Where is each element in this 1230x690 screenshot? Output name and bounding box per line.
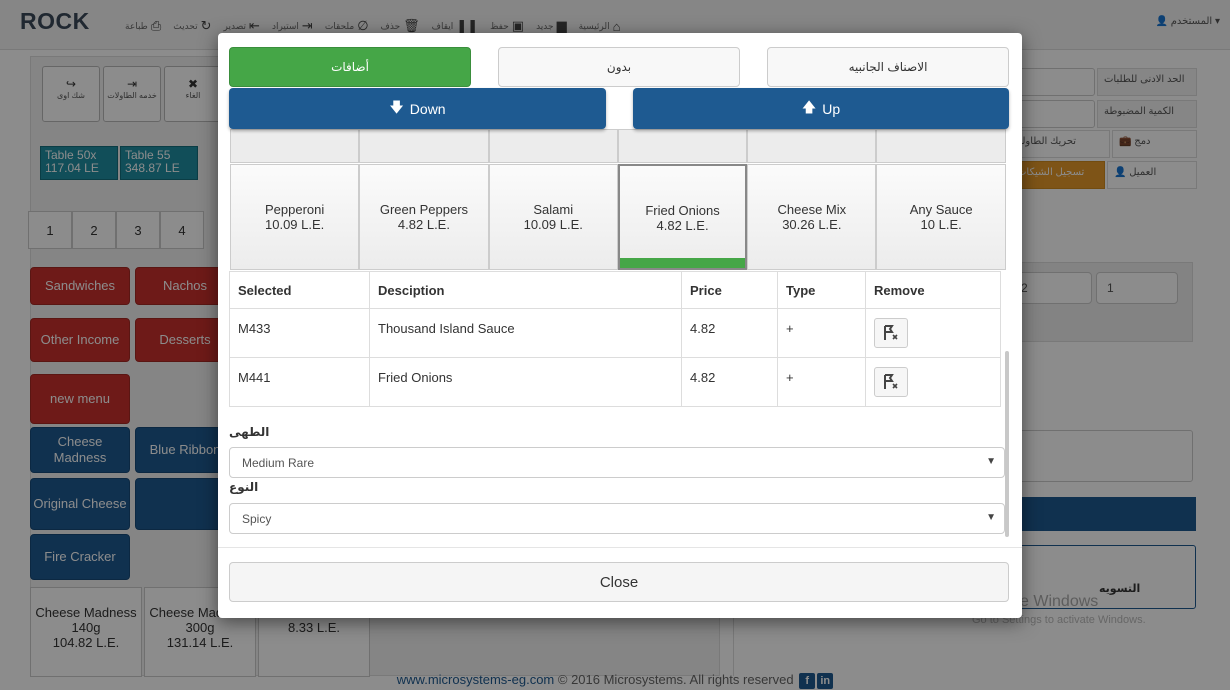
option-tile-salami[interactable]: Salami 10.09 L.E. [488, 164, 618, 270]
row-type: + [777, 308, 866, 358]
down-label: Down [409, 100, 446, 117]
option-name: Any Sauce [909, 202, 973, 217]
tab-additions[interactable]: أضافات [229, 47, 471, 87]
option-tile-partial[interactable] [747, 129, 877, 163]
remove-icon [884, 325, 898, 340]
option-price: 10 L.E. [920, 216, 962, 232]
row-price: 4.82 [681, 308, 778, 358]
modal-scrollbar[interactable] [1005, 351, 1009, 537]
options-row: Pepperoni 10.09 L.E. Green Peppers 4.82 L.… [230, 164, 1006, 270]
option-price: 4.82 L.E. [656, 217, 709, 233]
table-row: M441 Fried Onions 4.82 + [229, 357, 1001, 407]
remove-icon [884, 374, 898, 389]
option-price: 10.09 L.E. [265, 216, 325, 232]
close-button[interactable]: Close [229, 562, 1009, 602]
row-type: + [777, 357, 866, 407]
row-remove-cell [865, 308, 1001, 358]
option-tile-partial[interactable] [230, 129, 360, 163]
scroll-up-button[interactable]: 🡅 Up [633, 88, 1009, 129]
type-value: Spicy [242, 512, 272, 526]
option-tile-fried-onions[interactable]: Fried Onions 4.82 L.E. [617, 164, 748, 270]
up-label: Up [822, 100, 841, 117]
chevron-down-icon: ▼ [986, 456, 996, 467]
arrow-up-icon: 🡅 [801, 98, 817, 115]
row-remove-cell [865, 357, 1001, 407]
option-price: 10.09 L.E. [523, 216, 583, 232]
remove-button[interactable] [874, 367, 908, 397]
option-price: 30.26 L.E. [782, 216, 842, 232]
row-price: 4.82 [681, 357, 778, 407]
col-remove: Remove [865, 271, 1001, 309]
scroll-down-button[interactable]: 🡇 Down [229, 88, 606, 129]
col-selected: Selected [229, 271, 370, 309]
selected-modifiers-table: Selected Desciption Price Type Remove M4… [229, 271, 1001, 407]
type-select[interactable]: Spicy ▼ [229, 503, 1005, 534]
tab-without[interactable]: بدون [498, 47, 740, 87]
option-name: Pepperoni [265, 202, 325, 217]
cooking-label: الطهى [229, 425, 270, 439]
type-label: النوع [229, 480, 259, 494]
option-tile-partial[interactable] [488, 129, 618, 163]
col-price: Price [681, 271, 778, 309]
row-code: M441 [229, 357, 370, 407]
option-tile-partial[interactable] [359, 129, 489, 163]
row-description: Fried Onions [369, 357, 682, 407]
option-name: Cheese Mix [777, 202, 847, 217]
option-tile-any-sauce[interactable]: Any Sauce 10 L.E. [876, 164, 1006, 270]
option-name: Green Peppers [379, 202, 469, 217]
cooking-select[interactable]: Medium Rare ▼ [229, 447, 1005, 478]
option-tile-green-peppers[interactable]: Green Peppers 4.82 L.E. [359, 164, 489, 270]
table-header-row: Selected Desciption Price Type Remove [229, 271, 1001, 309]
option-tile-cheese-mix[interactable]: Cheese Mix 30.26 L.E. [747, 164, 877, 270]
modifiers-modal: أضافات بدون الاصناف الجانبيه 🡇 Down 🡅 Up P… [218, 33, 1022, 618]
option-tile-partial[interactable] [617, 129, 748, 163]
options-row-partial [230, 129, 1006, 163]
table-row: M433 Thousand Island Sauce 4.82 + [229, 308, 1001, 358]
option-name: Salami [533, 202, 574, 217]
row-code: M433 [229, 308, 370, 358]
option-tile-partial[interactable] [876, 129, 1006, 163]
col-type: Type [777, 271, 866, 309]
cooking-value: Medium Rare [242, 456, 315, 470]
remove-button[interactable] [874, 318, 908, 348]
option-price: 4.82 L.E. [397, 216, 450, 232]
chevron-down-icon: ▼ [986, 512, 996, 523]
option-tile-pepperoni[interactable]: Pepperoni 10.09 L.E. [230, 164, 360, 270]
tab-side-dishes[interactable]: الاصناف الجانبيه [767, 47, 1009, 87]
selected-indicator [619, 258, 746, 268]
row-description: Thousand Island Sauce [369, 308, 682, 358]
modal-footer-divider [218, 547, 1022, 548]
col-description: Desciption [369, 271, 682, 309]
option-name: Fried Onions [645, 203, 720, 218]
arrow-down-icon: 🡇 [389, 98, 404, 115]
